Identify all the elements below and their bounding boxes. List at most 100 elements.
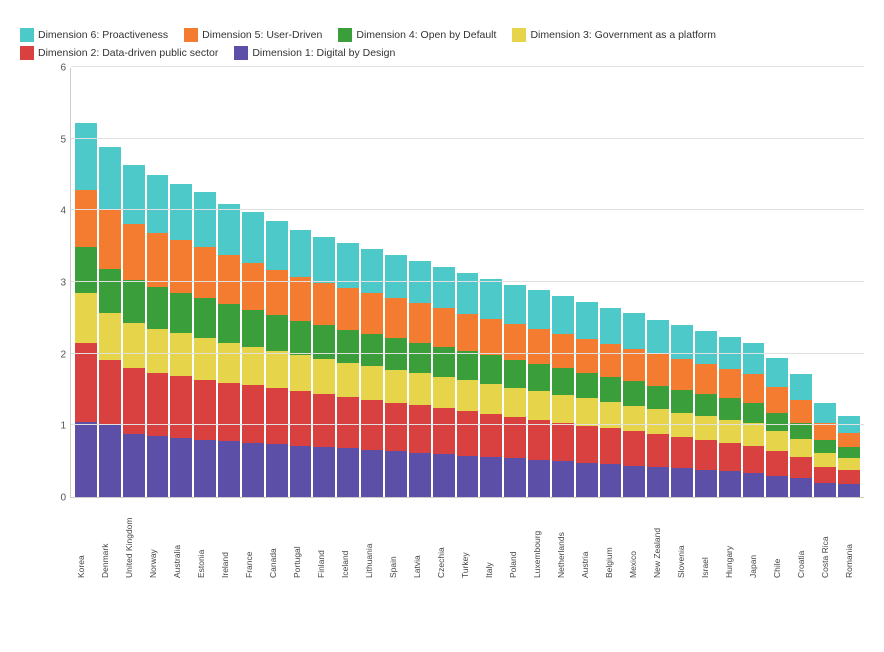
bar-segment-d4 xyxy=(361,334,383,366)
x-label: Spain xyxy=(382,500,404,580)
bar-segment-d5 xyxy=(170,240,192,293)
bar-segment-d2 xyxy=(170,376,192,437)
bar-segment-d5 xyxy=(337,288,359,329)
bar-segment-d5 xyxy=(242,263,264,310)
bar-segment-d5 xyxy=(838,433,860,447)
legend-label: Dimension 2: Data-driven public sector xyxy=(38,47,218,59)
bar-segment-d5 xyxy=(600,344,622,377)
x-label: United Kingdom xyxy=(118,500,140,580)
bar-segment-d1 xyxy=(600,464,622,497)
bar-segment-d3 xyxy=(218,343,240,383)
bar-segment-d6 xyxy=(766,358,788,387)
x-label: Slovenia xyxy=(670,500,692,580)
bar-segment-d1 xyxy=(242,443,264,497)
bar-segment-d4 xyxy=(671,390,693,413)
legend-color-box xyxy=(20,28,34,42)
bar-group xyxy=(457,68,479,497)
x-label: Australia xyxy=(166,500,188,580)
bar-segment-d1 xyxy=(361,450,383,497)
bar-segment-d1 xyxy=(719,471,741,497)
bar-segment-d1 xyxy=(147,436,169,497)
x-label: Luxembourg xyxy=(526,500,548,580)
bar-segment-d5 xyxy=(552,334,574,368)
bar-segment-d2 xyxy=(743,446,765,473)
bar-segment-d1 xyxy=(313,447,335,497)
x-label: Israel xyxy=(694,500,716,580)
bar-segment-d4 xyxy=(123,280,145,323)
grid-line xyxy=(71,353,864,354)
bar-segment-d2 xyxy=(337,397,359,448)
bar-segment-d1 xyxy=(504,458,526,497)
bar-segment-d6 xyxy=(671,325,693,359)
bar-segment-d1 xyxy=(194,440,216,497)
bar-segment-d5 xyxy=(123,224,145,280)
bar-segment-d4 xyxy=(194,298,216,338)
bar-segment-d4 xyxy=(647,386,669,410)
legend-item: Dimension 5: User-Driven xyxy=(184,28,322,42)
bar-group xyxy=(623,68,645,497)
x-label: Finland xyxy=(310,500,332,580)
bar-group xyxy=(671,68,693,497)
bar-segment-d6 xyxy=(123,165,145,224)
bar-segment-d3 xyxy=(814,453,836,467)
bar-group xyxy=(814,68,836,497)
bar-segment-d1 xyxy=(385,451,407,497)
bar-segment-d3 xyxy=(790,439,812,457)
bar-segment-d5 xyxy=(313,283,335,326)
bar-segment-d3 xyxy=(313,359,335,394)
bar-segment-d2 xyxy=(457,411,479,455)
bar-group xyxy=(290,68,312,497)
y-axis: 0123456 xyxy=(20,68,70,498)
x-label: Turkey xyxy=(454,500,476,580)
bar-segment-d6 xyxy=(218,204,240,255)
legend-label: Dimension 6: Proactiveness xyxy=(38,29,168,41)
bar-segment-d1 xyxy=(218,441,240,497)
bar-group xyxy=(361,68,383,497)
x-label: Poland xyxy=(502,500,524,580)
bar-segment-d6 xyxy=(242,212,264,262)
bar-group xyxy=(147,68,169,497)
legend-label: Dimension 3: Government as a platform xyxy=(530,29,716,41)
bar-segment-d2 xyxy=(671,437,693,468)
legend-color-box xyxy=(184,28,198,42)
bar-segment-d2 xyxy=(504,417,526,458)
bar-segment-d1 xyxy=(433,454,455,497)
bar-segment-d2 xyxy=(838,470,860,484)
bar-segment-d2 xyxy=(600,428,622,464)
y-tick: 1 xyxy=(60,421,66,432)
legend-color-box xyxy=(20,46,34,60)
legend-label: Dimension 5: User-Driven xyxy=(202,29,322,41)
chart-container: Dimension 6: Proactiveness Dimension 5: U… xyxy=(0,0,884,652)
bar-segment-d4 xyxy=(170,293,192,334)
bar-group xyxy=(170,68,192,497)
bar-segment-d2 xyxy=(576,426,598,463)
bar-segment-d2 xyxy=(790,457,812,478)
bar-segment-d4 xyxy=(457,351,479,380)
bar-group xyxy=(504,68,526,497)
bar-segment-d2 xyxy=(647,434,669,467)
bar-segment-d2 xyxy=(409,405,431,452)
bar-segment-d3 xyxy=(266,351,288,388)
bar-segment-d3 xyxy=(337,363,359,397)
bar-segment-d4 xyxy=(766,413,788,432)
bar-segment-d5 xyxy=(75,190,97,247)
bar-segment-d2 xyxy=(719,443,741,472)
legend-label: Dimension 1: Digital by Design xyxy=(252,47,395,59)
bar-segment-d4 xyxy=(99,269,121,313)
bar-segment-d3 xyxy=(719,420,741,443)
x-label: Estonia xyxy=(190,500,212,580)
bar-segment-d1 xyxy=(75,422,97,497)
bar-segment-d1 xyxy=(123,434,145,497)
x-label: Italy xyxy=(478,500,500,580)
bar-segment-d4 xyxy=(552,368,574,394)
bar-segment-d3 xyxy=(504,388,526,417)
x-label: Iceland xyxy=(334,500,356,580)
bar-segment-d1 xyxy=(266,444,288,497)
bar-segment-d5 xyxy=(623,349,645,381)
bar-segment-d4 xyxy=(719,398,741,419)
bar-segment-d1 xyxy=(337,448,359,497)
bar-segment-d1 xyxy=(623,466,645,497)
bar-segment-d2 xyxy=(194,380,216,440)
bar-segment-d3 xyxy=(838,458,860,470)
bar-segment-d6 xyxy=(75,123,97,189)
